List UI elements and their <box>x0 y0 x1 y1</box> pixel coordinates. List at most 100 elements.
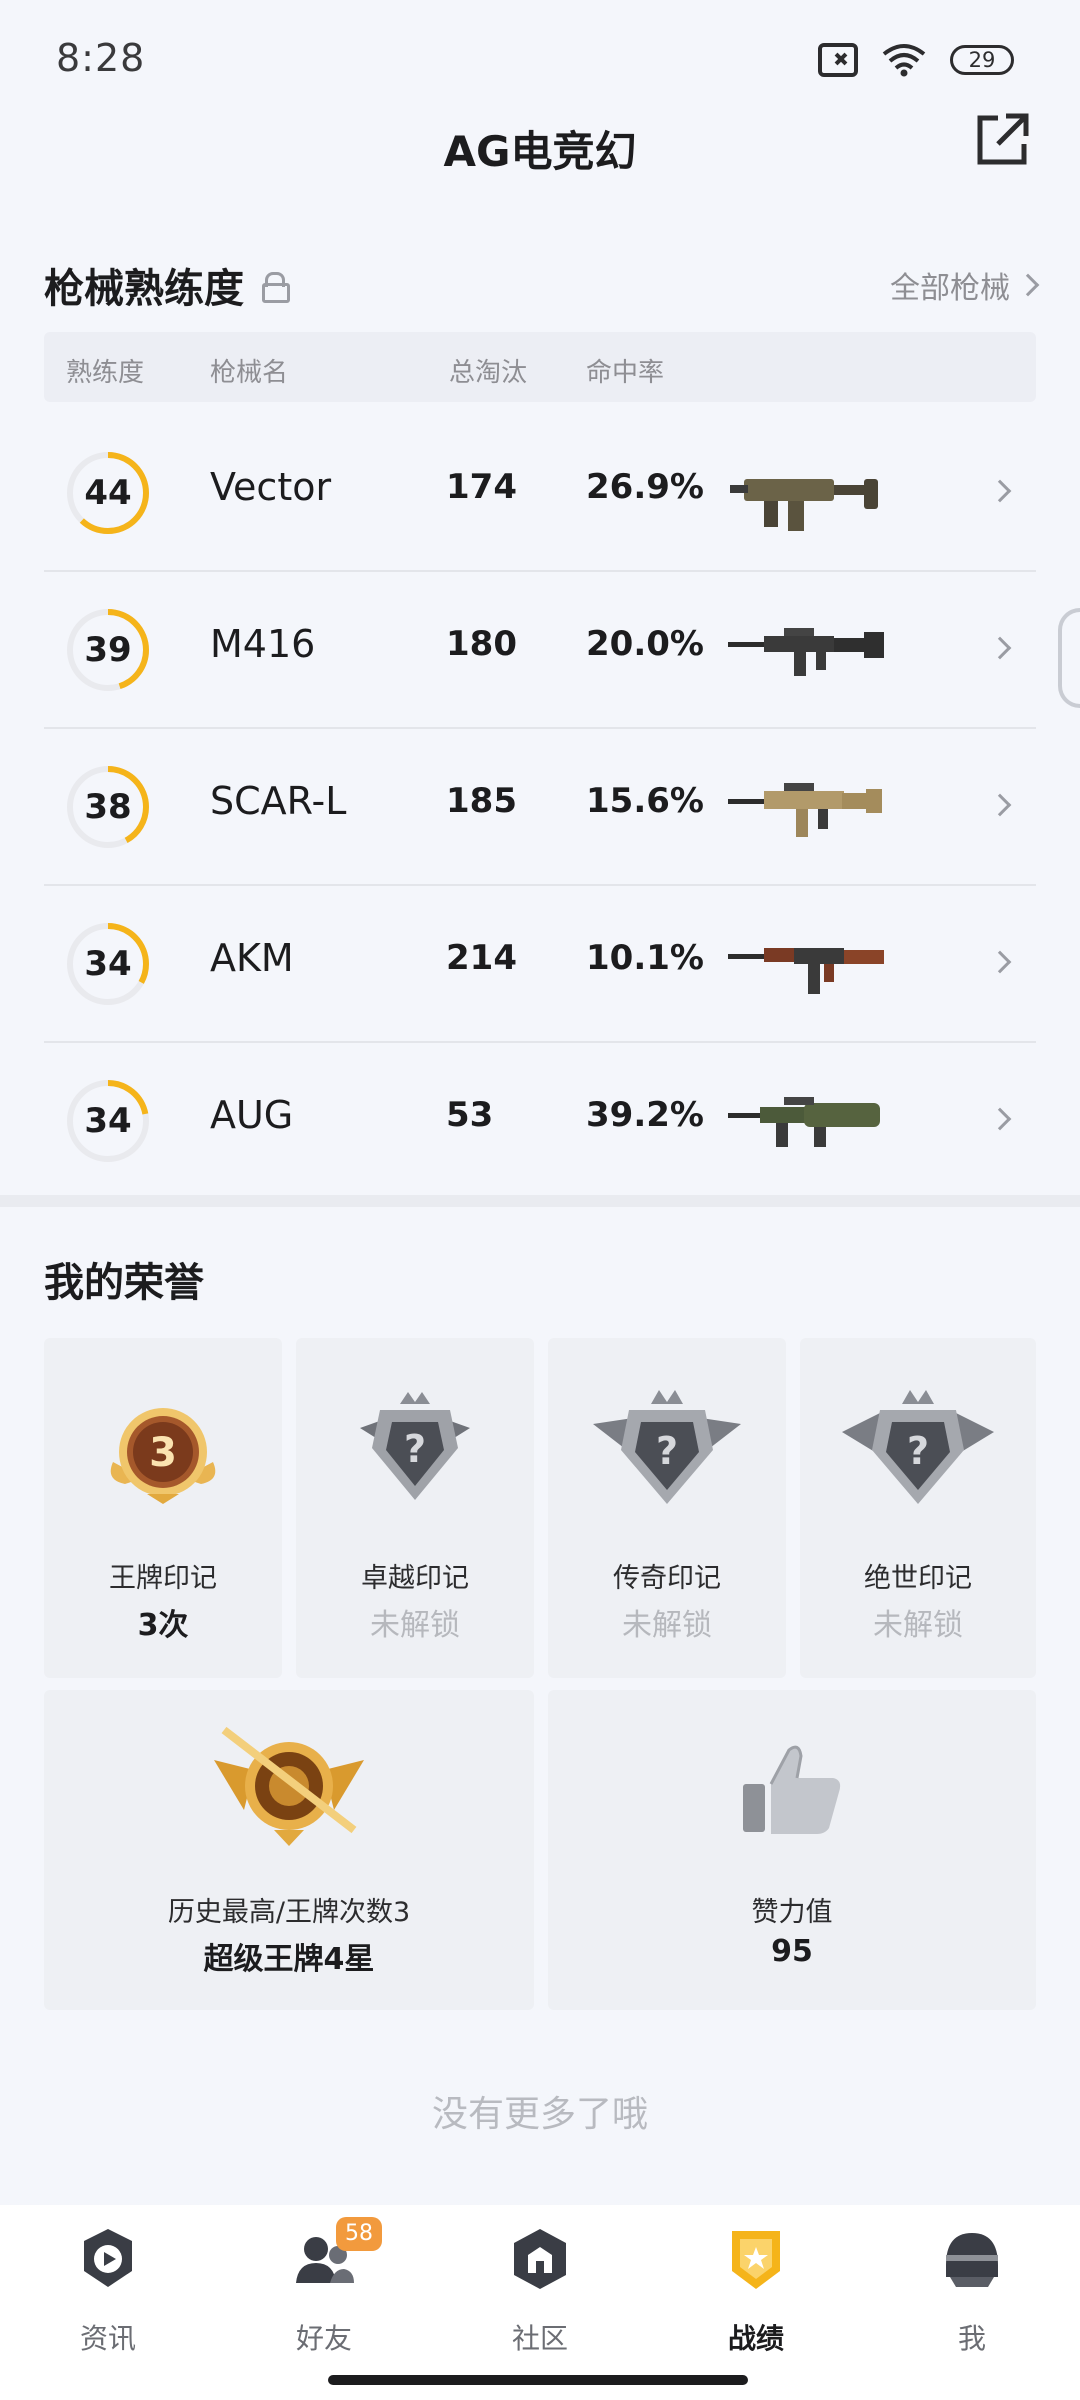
honor-card-rank-history[interactable]: 历史最高/王牌次数3 超级王牌4星 <box>44 1690 534 2010</box>
side-drawer-handle[interactable] <box>1058 608 1080 708</box>
honor-value: 未解锁 <box>873 1608 963 1643</box>
nav-item-community[interactable]: 社区 <box>470 2225 610 2355</box>
profile-helmet-icon <box>946 2233 998 2287</box>
battery-indicator: 29 <box>950 45 1014 75</box>
rank-ace-emblem-icon <box>214 1726 364 1846</box>
chevron-right-icon <box>988 950 1012 974</box>
column-kills: 总淘汰 <box>449 358 528 388</box>
rifle-aug-icon <box>728 1097 880 1147</box>
weapon-row[interactable]: 38 SCAR-L 185 15.6% <box>44 729 1036 886</box>
weapons-table-header: 熟练度 枪械名 总淘汰 命中率 <box>44 332 1036 402</box>
chevron-right-icon <box>988 1107 1012 1131</box>
honor-label: 绝世印记 <box>864 1563 972 1594</box>
thumbs-up-icon <box>743 1745 841 1834</box>
ace-mark-number: 3 <box>149 1430 177 1476</box>
weapon-kills: 180 <box>446 624 517 664</box>
honor-label: 王牌印记 <box>109 1563 217 1594</box>
nav-label: 社区 <box>511 2322 568 2355</box>
smg-vector-icon <box>730 479 878 531</box>
weapon-row[interactable]: 39 M416 180 20.0% <box>44 572 1036 729</box>
end-of-list-note: 没有更多了哦 <box>431 2094 648 2135</box>
friends-badge: 58 <box>336 2217 382 2251</box>
weapon-name: SCAR-L <box>210 779 347 823</box>
svg-text:?: ? <box>656 1429 678 1473</box>
nav-label: 战绩 <box>727 2322 784 2355</box>
column-mastery: 熟练度 <box>66 358 145 388</box>
honor-label: 历史最高/王牌次数3 <box>167 1897 411 1928</box>
nav-label: 我 <box>957 2322 986 2355</box>
weapon-accuracy: 15.6% <box>586 781 704 821</box>
rifle-scarl-icon <box>728 783 882 837</box>
honor-label: 卓越印记 <box>361 1563 469 1594</box>
weapon-accuracy: 20.0% <box>586 624 704 664</box>
weapons-list: 44 Vector 174 26.9% 39 M416 180 20.0% 38 SCAR-L 18… <box>44 415 1036 1200</box>
honor-card-likes[interactable]: 赞力值 95 <box>548 1690 1036 2010</box>
mastery-level: 34 <box>84 1101 132 1141</box>
mastery-level: 44 <box>84 473 132 513</box>
honor-card-excellence-mark[interactable]: ? 卓越印记 未解锁 <box>296 1338 534 1678</box>
weapon-accuracy: 39.2% <box>586 1095 704 1135</box>
honor-label: 传奇印记 <box>613 1563 721 1594</box>
nav-item-profile[interactable]: 我 <box>902 2225 1042 2355</box>
wifi-icon <box>882 44 926 77</box>
community-icon <box>514 2229 566 2289</box>
news-icon <box>84 2229 132 2287</box>
weapon-kills: 185 <box>446 781 517 821</box>
weapons-title-text: 枪械熟练度 <box>44 266 244 312</box>
nav-item-news[interactable]: 资讯 <box>38 2225 178 2355</box>
weapons-section-title: 枪械熟练度 <box>44 256 290 314</box>
chevron-right-icon <box>988 479 1012 503</box>
weapon-kills: 53 <box>446 1095 494 1135</box>
no-sim-icon <box>818 43 858 77</box>
legend-mark-badge-icon: ? <box>593 1390 741 1504</box>
column-weapon-name: 枪械名 <box>210 358 289 388</box>
share-icon[interactable] <box>972 110 1032 170</box>
peerless-mark-badge-icon: ? <box>842 1390 994 1504</box>
honor-value: 3次 <box>137 1608 189 1643</box>
nav-label: 资讯 <box>79 2322 136 2355</box>
honors-section-title: 我的荣誉 <box>44 1260 204 1306</box>
weapon-row[interactable]: 34 AKM 214 10.1% <box>44 886 1036 1043</box>
weapon-name: M416 <box>210 622 316 666</box>
honor-card-legend-mark[interactable]: ? 传奇印记 未解锁 <box>548 1338 786 1678</box>
svg-text:?: ? <box>404 1427 426 1471</box>
status-time: 8:28 <box>56 36 146 80</box>
rifle-akm-icon <box>728 948 884 994</box>
weapon-row[interactable]: 34 AUG 53 39.2% <box>44 1043 1036 1200</box>
home-indicator[interactable] <box>328 2375 748 2385</box>
weapons-section-header: 枪械熟练度 全部枪械 <box>44 250 1040 320</box>
mastery-level: 34 <box>84 944 132 984</box>
honor-label: 赞力值 <box>751 1897 833 1928</box>
mastery-level: 39 <box>84 630 132 670</box>
ace-mark-badge-icon: 3 <box>110 1408 216 1504</box>
honor-value: 未解锁 <box>622 1608 712 1643</box>
all-weapons-link[interactable]: 全部枪械 <box>890 263 1040 307</box>
bottom-navigation: 资讯 58 好友 社区 战绩 我 <box>0 2205 1080 2400</box>
page-title: AG电竞幻 <box>443 127 637 176</box>
all-weapons-label: 全部枪械 <box>890 271 1010 306</box>
nav-label: 好友 <box>295 2322 352 2355</box>
svg-text:?: ? <box>907 1429 929 1473</box>
weapon-name: AUG <box>210 1093 294 1137</box>
nav-item-friends[interactable]: 58 好友 <box>254 2217 394 2355</box>
nav-item-record[interactable]: 战绩 <box>686 2225 826 2355</box>
weapon-accuracy: 26.9% <box>586 467 704 507</box>
status-icons: 29 <box>818 42 1014 78</box>
weapon-name: Vector <box>210 465 332 509</box>
excellence-mark-badge-icon: ? <box>360 1392 470 1500</box>
column-accuracy: 命中率 <box>586 358 665 388</box>
chevron-right-icon <box>988 793 1012 817</box>
honor-value: 95 <box>771 1934 813 1969</box>
page-header: AG电竞幻 <box>0 100 1080 190</box>
honor-value: 未解锁 <box>370 1608 460 1643</box>
record-icon <box>732 2231 780 2289</box>
weapon-name: AKM <box>210 936 294 980</box>
weapon-row[interactable]: 44 Vector 174 26.9% <box>44 415 1036 572</box>
weapon-kills: 214 <box>446 938 517 978</box>
rifle-m416-icon <box>728 628 884 676</box>
chevron-right-icon <box>1016 273 1040 297</box>
honor-card-peerless-mark[interactable]: ? 绝世印记 未解锁 <box>800 1338 1036 1678</box>
lock-icon <box>262 272 290 303</box>
honor-card-ace-mark[interactable]: 3 王牌印记 3次 <box>44 1338 282 1678</box>
honor-value: 超级王牌4星 <box>203 1942 375 1977</box>
